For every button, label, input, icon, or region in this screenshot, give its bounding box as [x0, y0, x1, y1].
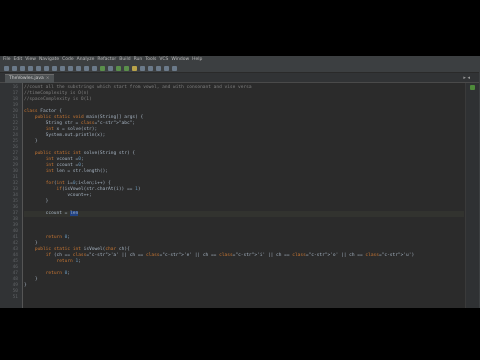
menu-item-code[interactable]: Code	[62, 56, 74, 64]
back-icon[interactable]	[84, 65, 89, 71]
code-area[interactable]: //count all the substrings which start f…	[24, 83, 464, 308]
code-line[interactable]: return 1;	[24, 259, 81, 265]
run-icon[interactable]	[116, 65, 121, 71]
save-icon[interactable]	[12, 65, 17, 71]
settings-icon[interactable]	[148, 65, 153, 71]
menu-item-tools[interactable]: Tools	[145, 56, 156, 64]
line-gutter: 16 17 18 19 20 21 22 23 24 25 26 27 28 29 30 31 32 33 34 35…	[0, 83, 23, 308]
toolbar	[0, 64, 480, 73]
menu-item-window[interactable]: Window	[171, 56, 189, 64]
menu-item-vcs[interactable]: VCS	[159, 56, 168, 64]
ide-window: File Edit View Navigate Code Analyze Refactor B…	[0, 56, 480, 308]
code-editor[interactable]: 16 17 18 19 20 21 22 23 24 25 26 27 28 29 30 31 32 33 34 35…	[0, 83, 466, 308]
menu-item-run[interactable]: Run	[134, 56, 143, 64]
config-icon[interactable]	[108, 65, 113, 71]
code-line[interactable]: ccount = len	[24, 211, 464, 217]
close-icon[interactable]: ×	[46, 75, 50, 83]
menu-bar: File Edit View Navigate Code Analyze Refactor B…	[0, 56, 480, 64]
forward-icon[interactable]	[92, 65, 97, 71]
tab-thevowles[interactable]: TheVowles.java ×	[5, 74, 54, 83]
code-line[interactable]: }	[24, 283, 27, 289]
line-number: 51	[12, 295, 18, 300]
menu-item-refactor[interactable]: Refactor	[97, 56, 116, 64]
cut-icon[interactable]	[44, 65, 49, 71]
code-line[interactable]: }	[24, 199, 49, 205]
menu-item-analyze[interactable]: Analyze	[77, 56, 95, 64]
error-stripe[interactable]	[465, 83, 480, 308]
code-line[interactable]: //spaceComplexity is O(1)	[24, 97, 92, 103]
replace-icon[interactable]	[76, 65, 81, 71]
copy-icon[interactable]	[52, 65, 57, 71]
editor-tab-bar: TheVowles.java × ▸ ◂	[0, 73, 480, 83]
code-line[interactable]: if (ch == class="c-str">'a' || ch == cla…	[24, 253, 415, 259]
code-line[interactable]: int len = str.length();	[24, 169, 108, 175]
redo-icon[interactable]	[36, 65, 41, 71]
build-icon[interactable]	[100, 65, 105, 71]
structure-icon[interactable]	[156, 65, 161, 71]
sync-icon[interactable]	[20, 65, 25, 71]
menu-item-help[interactable]: Help	[192, 56, 202, 64]
menu-item-build[interactable]: Build	[119, 56, 130, 64]
inspection-ok-icon	[470, 85, 475, 90]
coverage-icon[interactable]	[132, 65, 137, 71]
tab-scroll-icon[interactable]: ▸ ◂	[463, 74, 470, 82]
find-icon[interactable]	[68, 65, 73, 71]
menu-item-view[interactable]: View	[25, 56, 36, 64]
undo-icon[interactable]	[28, 65, 33, 71]
stop-icon[interactable]	[140, 65, 145, 71]
menu-item-navigate[interactable]: Navigate	[39, 56, 59, 64]
menu-item-edit[interactable]: Edit	[14, 56, 23, 64]
help-icon[interactable]	[172, 65, 177, 71]
tab-label: TheVowles.java	[9, 76, 44, 81]
open-icon[interactable]	[4, 65, 9, 71]
sdk-icon[interactable]	[164, 65, 169, 71]
menu-item-file[interactable]: File	[3, 56, 11, 64]
paste-icon[interactable]	[60, 65, 65, 71]
code-line[interactable]: }	[24, 139, 38, 145]
debug-icon[interactable]	[124, 65, 129, 71]
